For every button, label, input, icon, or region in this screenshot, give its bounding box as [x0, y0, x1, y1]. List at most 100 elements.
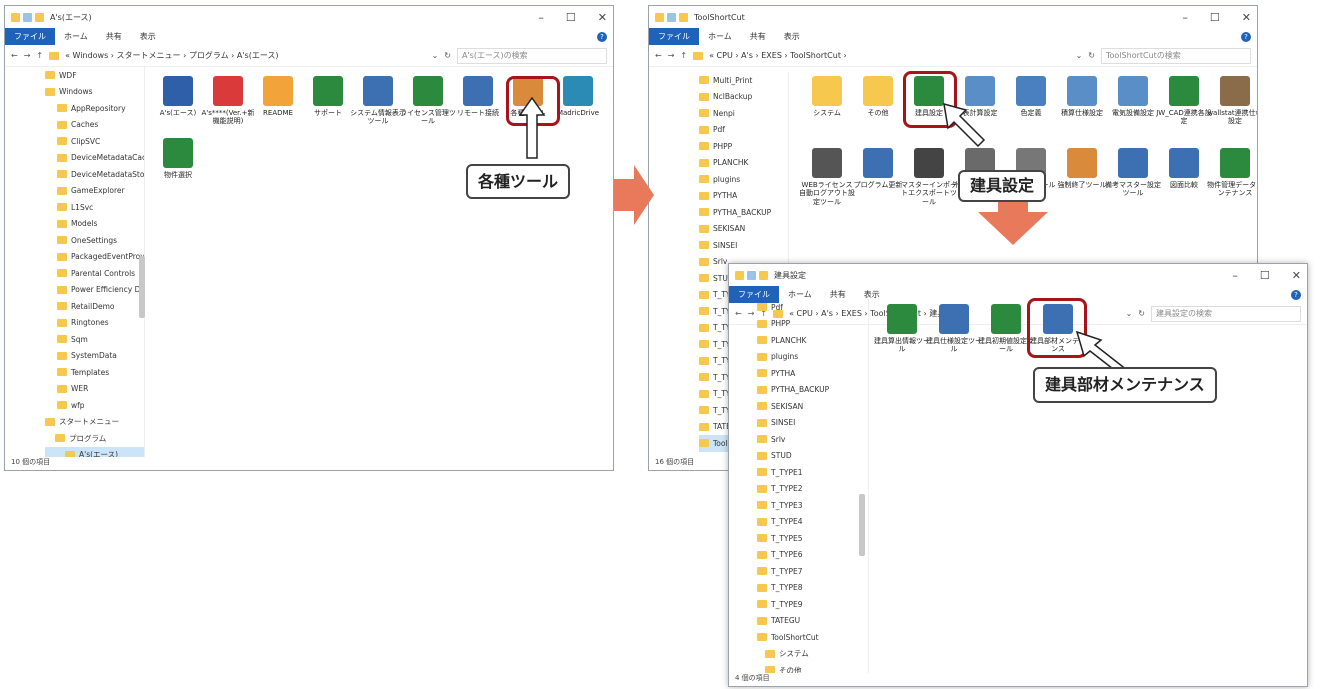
nav-item[interactable]: T_TYPE7: [757, 563, 868, 580]
nav-item[interactable]: T_TYPE4: [757, 514, 868, 531]
nav-item[interactable]: スタートメニュー: [45, 414, 144, 431]
file-shortcut[interactable]: 建具初期値設定ツール: [978, 304, 1034, 354]
file-shortcut[interactable]: 物件選択: [150, 138, 206, 179]
file-shortcut[interactable]: システム情報表示ツール: [350, 76, 406, 126]
file-shortcut[interactable]: サポート: [300, 76, 356, 117]
nav-scrollbar[interactable]: [859, 494, 865, 556]
nav-item[interactable]: SEKISAN: [699, 221, 788, 238]
tab-view[interactable]: 表示: [775, 28, 809, 45]
nav-item[interactable]: Models: [45, 216, 144, 233]
file-shortcut[interactable]: 建具算出情報ツール: [874, 304, 930, 354]
nav-item[interactable]: GameExplorer: [45, 183, 144, 200]
tab-home[interactable]: ホーム: [699, 28, 741, 45]
nav-item[interactable]: Srlv: [757, 431, 868, 448]
close-button[interactable]: ✕: [1242, 11, 1251, 24]
search-input[interactable]: A's(エース)の検索: [457, 47, 607, 64]
nav-item[interactable]: T_TYPE2: [757, 481, 868, 498]
nav-item[interactable]: プログラム: [45, 430, 144, 447]
nav-item[interactable]: L1Svc: [45, 199, 144, 216]
nav-item[interactable]: Parental Controls: [45, 265, 144, 282]
tab-share[interactable]: 共有: [741, 28, 775, 45]
nav-item[interactable]: PYTHA_BACKUP: [699, 204, 788, 221]
file-shortcut[interactable]: マスターインポートエクスポートツール: [901, 148, 957, 206]
nav-item[interactable]: PHPP: [757, 316, 868, 333]
help-icon[interactable]: ?: [1241, 31, 1251, 42]
new-folder-icon[interactable]: [679, 12, 688, 22]
nav-item[interactable]: SystemData: [45, 348, 144, 365]
file-shortcut[interactable]: 図面比較: [1156, 148, 1212, 189]
nav-item[interactable]: Pdf: [699, 122, 788, 139]
save-icon[interactable]: [23, 12, 32, 22]
minimize-button[interactable]: –: [538, 11, 544, 24]
file-shortcut[interactable]: その他: [850, 76, 906, 117]
nav-item[interactable]: WDF: [45, 67, 144, 84]
nav-item[interactable]: plugins: [757, 349, 868, 366]
nav-item[interactable]: Multi_Print: [699, 72, 788, 89]
file-shortcut[interactable]: A's****(Ver.+新機能説明): [200, 76, 256, 126]
up-icon[interactable]: ↑: [36, 51, 43, 60]
save-icon[interactable]: [667, 12, 676, 22]
nav-item[interactable]: DeviceMetadataStore: [45, 166, 144, 183]
nav-item[interactable]: Power Efficiency Diag: [45, 282, 144, 299]
nav-item[interactable]: RetailDemo: [45, 298, 144, 315]
forward-icon[interactable]: →: [24, 51, 31, 60]
nav-item[interactable]: SEKISAN: [757, 398, 868, 415]
nav-item[interactable]: WER: [45, 381, 144, 398]
nav-item[interactable]: T_TYPE6: [757, 547, 868, 564]
forward-icon[interactable]: →: [668, 51, 675, 60]
file-shortcut[interactable]: WEBライセンス自動ログアウト設定ツール: [799, 148, 855, 206]
file-shortcut[interactable]: 建具仕様設定ツール: [926, 304, 982, 354]
back-icon[interactable]: ←: [655, 51, 662, 60]
address-path[interactable]: « Windows › スタートメニュー › プログラム › A's(エース): [65, 50, 425, 61]
nav-item[interactable]: OneSettings: [45, 232, 144, 249]
refresh-icon[interactable]: ↻: [444, 51, 451, 60]
close-button[interactable]: ✕: [1292, 269, 1301, 282]
nav-item[interactable]: ToolShortCut: [757, 629, 868, 646]
back-icon[interactable]: ←: [11, 51, 18, 60]
file-shortcut[interactable]: A's(エース): [150, 76, 206, 117]
nav-item[interactable]: plugins: [699, 171, 788, 188]
maximize-button[interactable]: ☐: [566, 11, 576, 24]
file-shortcut[interactable]: wallstat連携仕様設定: [1207, 76, 1257, 126]
nav-scrollbar[interactable]: [139, 256, 145, 318]
nav-item[interactable]: AppRepository: [45, 100, 144, 117]
file-shortcut[interactable]: JW_CAD連携各設定: [1156, 76, 1212, 126]
help-icon[interactable]: ?: [597, 31, 607, 42]
nav-item[interactable]: T_TYPE3: [757, 497, 868, 514]
minimize-button[interactable]: –: [1182, 11, 1188, 24]
help-icon[interactable]: ?: [1291, 289, 1301, 300]
nav-item[interactable]: Templates: [45, 364, 144, 381]
address-path[interactable]: « CPU › A's › EXES › ToolShortCut ›: [709, 51, 1069, 60]
refresh-icon[interactable]: ↻: [1088, 51, 1095, 60]
search-input[interactable]: ToolShortCutの検索: [1101, 47, 1251, 64]
file-shortcut[interactable]: 強制終了ツール: [1054, 148, 1110, 189]
tab-file[interactable]: ファイル: [649, 28, 699, 45]
file-shortcut[interactable]: 備考マスター設定ツール: [1105, 148, 1161, 198]
file-shortcut[interactable]: システム: [799, 76, 855, 117]
nav-item[interactable]: SINSEI: [699, 237, 788, 254]
file-shortcut[interactable]: 色定義: [1003, 76, 1059, 117]
up-icon[interactable]: ↑: [680, 51, 687, 60]
tab-share[interactable]: 共有: [97, 28, 131, 45]
file-shortcut[interactable]: 積算仕様設定: [1054, 76, 1110, 117]
nav-item[interactable]: wfp: [45, 397, 144, 414]
nav-item[interactable]: ClipSVC: [45, 133, 144, 150]
nav-item[interactable]: PYTHA: [699, 188, 788, 205]
chevron-down-icon[interactable]: ⌄: [1076, 51, 1083, 60]
nav-item[interactable]: Pdf: [757, 299, 868, 316]
new-folder-icon[interactable]: [759, 270, 768, 280]
nav-item[interactable]: Nenpi: [699, 105, 788, 122]
nav-item[interactable]: Ringtones: [45, 315, 144, 332]
nav-item[interactable]: Caches: [45, 117, 144, 134]
nav-item[interactable]: T_TYPE1: [757, 464, 868, 481]
tab-file[interactable]: ファイル: [5, 28, 55, 45]
new-folder-icon[interactable]: [35, 12, 44, 22]
file-shortcut[interactable]: リモート接続: [450, 76, 506, 117]
nav-item[interactable]: T_TYPE9: [757, 596, 868, 613]
close-button[interactable]: ✕: [598, 11, 607, 24]
file-shortcut[interactable]: README: [250, 76, 306, 117]
file-shortcut[interactable]: 物件管理データメンテナンス: [1207, 148, 1257, 198]
nav-item[interactable]: PYTHA_BACKUP: [757, 382, 868, 399]
file-shortcut[interactable]: ライセンス管理ツール: [400, 76, 456, 126]
nav-item[interactable]: SINSEI: [757, 415, 868, 432]
